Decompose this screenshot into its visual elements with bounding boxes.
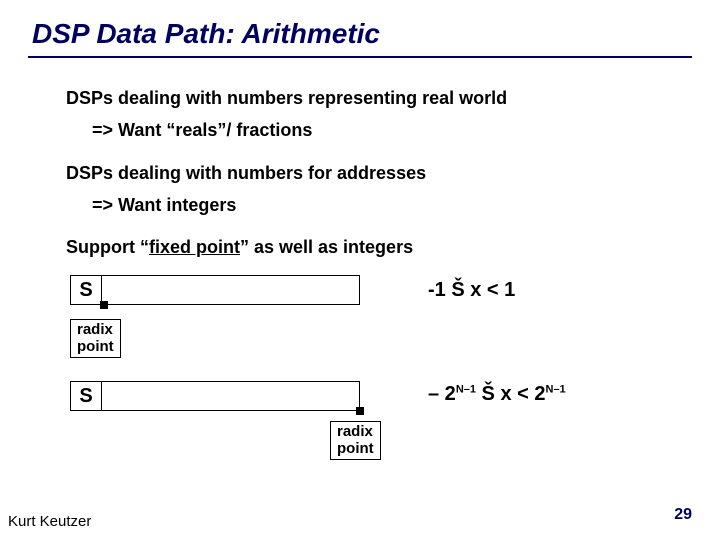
fixedpoint-term: fixed point — [149, 237, 240, 257]
title-rule — [28, 56, 692, 58]
radix-tick-int — [356, 407, 364, 415]
fixedpoint-post: ” as well as integers — [240, 237, 413, 257]
register-fractional: S — [70, 275, 360, 305]
slide-body: DSPs dealing with numbers representing r… — [28, 86, 692, 479]
radix-label-int: radix point — [330, 421, 381, 460]
range-frac: -1 Š x < 1 — [428, 279, 515, 302]
para-integers-want: => Want integers — [66, 193, 672, 217]
diagram-area: S -1 Š x < 1 radix point S radix point –… — [66, 269, 672, 479]
range-int-mid: Š x < 2 — [476, 383, 546, 405]
value-bits-int — [102, 381, 360, 411]
sign-bit-frac: S — [70, 275, 102, 305]
para-addresses: DSPs dealing with numbers for addresses — [66, 161, 672, 185]
value-bits-frac — [102, 275, 360, 305]
slide-title: DSP Data Path: Arithmetic — [28, 18, 692, 50]
footer-page-number: 29 — [674, 506, 692, 524]
para-reals: DSPs dealing with numbers representing r… — [66, 86, 672, 110]
para-reals-want: => Want “reals”/ fractions — [66, 118, 672, 142]
sign-bit-int: S — [70, 381, 102, 411]
radix-label-frac: radix point — [70, 319, 121, 358]
range-int-exp2: N–1 — [546, 384, 566, 396]
range-int-exp1: N–1 — [456, 384, 476, 396]
slide: DSP Data Path: Arithmetic DSPs dealing w… — [0, 0, 720, 540]
footer-author: Kurt Keutzer — [8, 513, 91, 530]
fixedpoint-pre: Support “ — [66, 237, 149, 257]
para-fixedpoint: Support “fixed point” as well as integer… — [66, 235, 672, 259]
range-int-pre: – 2 — [428, 383, 456, 405]
range-int: – 2N–1 Š x < 2N–1 — [428, 383, 566, 406]
radix-tick-frac — [100, 301, 108, 309]
register-integer: S — [70, 381, 360, 411]
